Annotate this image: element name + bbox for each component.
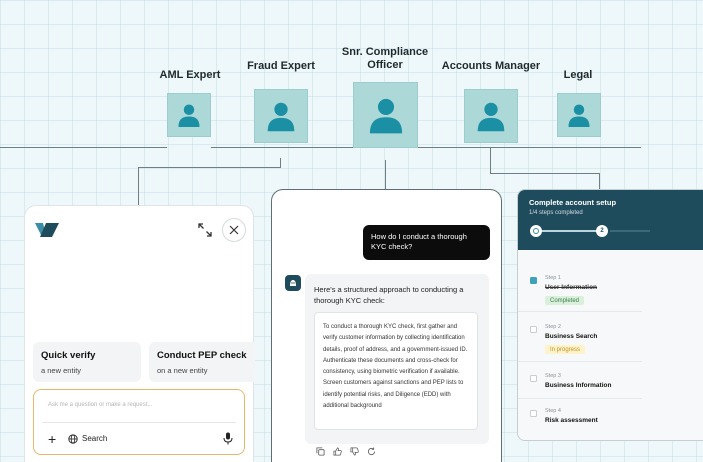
connector-line-setup-h <box>490 173 600 174</box>
step-number: Step 3 <box>545 373 561 379</box>
quick-action-quick-verify[interactable]: Quick verify a new entity <box>33 342 141 382</box>
persona-label: Fraud Expert <box>247 60 315 72</box>
persona-aml-expert[interactable]: AML Expert <box>140 69 240 89</box>
step-checkbox[interactable] <box>530 326 537 333</box>
regenerate-icon[interactable] <box>367 447 376 456</box>
connector-line-convo-v <box>385 160 386 190</box>
step-item[interactable]: Step 4 Risk assessment <box>530 407 642 427</box>
bot-icon <box>285 275 301 291</box>
connector-line-setup-v <box>599 173 600 190</box>
step-title: Risk assessment <box>545 417 598 424</box>
progress-step-1-dot[interactable] <box>530 225 542 237</box>
account-setup-progress-text: 1/4 steps completed <box>529 210 583 216</box>
quick-action-conduct-pep-check[interactable]: Conduct PEP check on a new entity <box>149 342 255 382</box>
connector-line-accounts-v <box>490 148 491 174</box>
quick-action-subtitle: a new entity <box>41 366 82 375</box>
bot-intro-text: Here's a structured approach to conducti… <box>314 285 464 305</box>
bot-message: Here's a structured approach to conducti… <box>305 274 489 444</box>
status-badge: In progress <box>545 345 586 354</box>
expand-icon[interactable] <box>197 222 213 238</box>
quick-action-subtitle: on a new entity <box>157 366 208 375</box>
status-badge: Completed <box>545 296 585 305</box>
mic-icon[interactable] <box>223 432 233 445</box>
conversation-panel: How do I conduct a thorough KYC check? H… <box>271 189 502 462</box>
account-setup-title: Complete account setup <box>529 198 617 207</box>
step-number: Step 2 <box>545 324 561 330</box>
step-title: Business Information <box>545 382 612 389</box>
step-item[interactable]: Step 3 Business Information <box>530 372 642 392</box>
quick-action-title: Conduct PEP check <box>157 350 247 361</box>
user-icon <box>178 104 200 127</box>
search-button[interactable]: Search <box>82 434 107 443</box>
message-actions <box>316 447 376 456</box>
connector-line-widget-h <box>138 167 280 168</box>
persona-label: Legal <box>563 69 593 81</box>
persona-accounts-manager[interactable]: Accounts Manager <box>436 60 546 80</box>
avatar-aml-expert[interactable] <box>167 93 211 137</box>
step-title: Business Search <box>545 333 598 340</box>
close-icon <box>229 225 239 235</box>
prompt-input-box[interactable]: Ask me a question or make a request... +… <box>33 389 245 455</box>
persona-label: Accounts Manager <box>441 60 541 72</box>
step-divider <box>518 361 642 362</box>
step-title: User Information <box>545 284 598 291</box>
user-icon <box>267 102 295 132</box>
step-divider <box>518 311 642 312</box>
avatar-snr-compliance-officer[interactable] <box>353 82 418 148</box>
progress-track <box>541 230 603 232</box>
avatar-fraud-expert[interactable] <box>254 89 308 143</box>
step-item[interactable]: Step 2 Business Search In progress <box>530 323 642 354</box>
connector-line-widget-v <box>138 167 139 206</box>
persona-label: Snr. Compliance Officer <box>341 46 429 71</box>
thumbs-down-icon[interactable] <box>350 447 359 456</box>
step-divider <box>518 398 642 399</box>
progress-track-remaining <box>610 230 650 232</box>
progress-step-2-dot[interactable]: 2 <box>596 225 608 237</box>
step-number: Step 1 <box>545 275 561 281</box>
user-message: How do I conduct a thorough KYC check? <box>363 225 490 260</box>
close-button[interactable] <box>222 218 246 242</box>
copy-icon[interactable] <box>316 447 325 456</box>
thumbs-up-icon[interactable] <box>333 447 342 456</box>
step-number: Step 4 <box>545 408 561 414</box>
persona-fraud-expert[interactable]: Fraud Expert <box>231 60 331 80</box>
plus-icon[interactable]: + <box>48 432 56 446</box>
step-checkbox[interactable] <box>530 375 537 382</box>
step-checkbox[interactable] <box>530 410 537 417</box>
step-item[interactable]: Step 1 User Information Completed <box>530 274 642 305</box>
connector-line-fraud-v <box>280 158 281 168</box>
prompt-input-placeholder[interactable]: Ask me a question or make a request... <box>48 402 152 408</box>
globe-icon[interactable] <box>68 434 78 444</box>
user-icon <box>477 102 505 132</box>
chat-widget: Quick verify a new entity Conduct PEP ch… <box>24 205 255 462</box>
steps-list: Step 1 User Information Completed Step 2… <box>518 250 703 440</box>
avatar-legal[interactable] <box>557 93 601 137</box>
connector-line-left <box>0 147 167 148</box>
user-icon <box>369 98 402 134</box>
user-icon <box>568 104 590 127</box>
bot-details-text: To conduct a thorough KYC check, first g… <box>314 312 478 430</box>
persona-snr-compliance-officer[interactable]: Snr. Compliance Officer <box>330 46 440 79</box>
persona-legal[interactable]: Legal <box>548 69 608 89</box>
account-setup-card: Complete account setup 1/4 steps complet… <box>517 189 703 441</box>
account-setup-header: Complete account setup 1/4 steps complet… <box>518 190 703 250</box>
input-divider <box>42 422 236 423</box>
logo-icon <box>35 223 59 237</box>
persona-label: AML Expert <box>159 69 221 81</box>
quick-action-title: Quick verify <box>41 350 96 361</box>
check-icon[interactable] <box>530 277 537 284</box>
avatar-accounts-manager[interactable] <box>464 89 518 143</box>
connector-line-main <box>211 147 641 148</box>
